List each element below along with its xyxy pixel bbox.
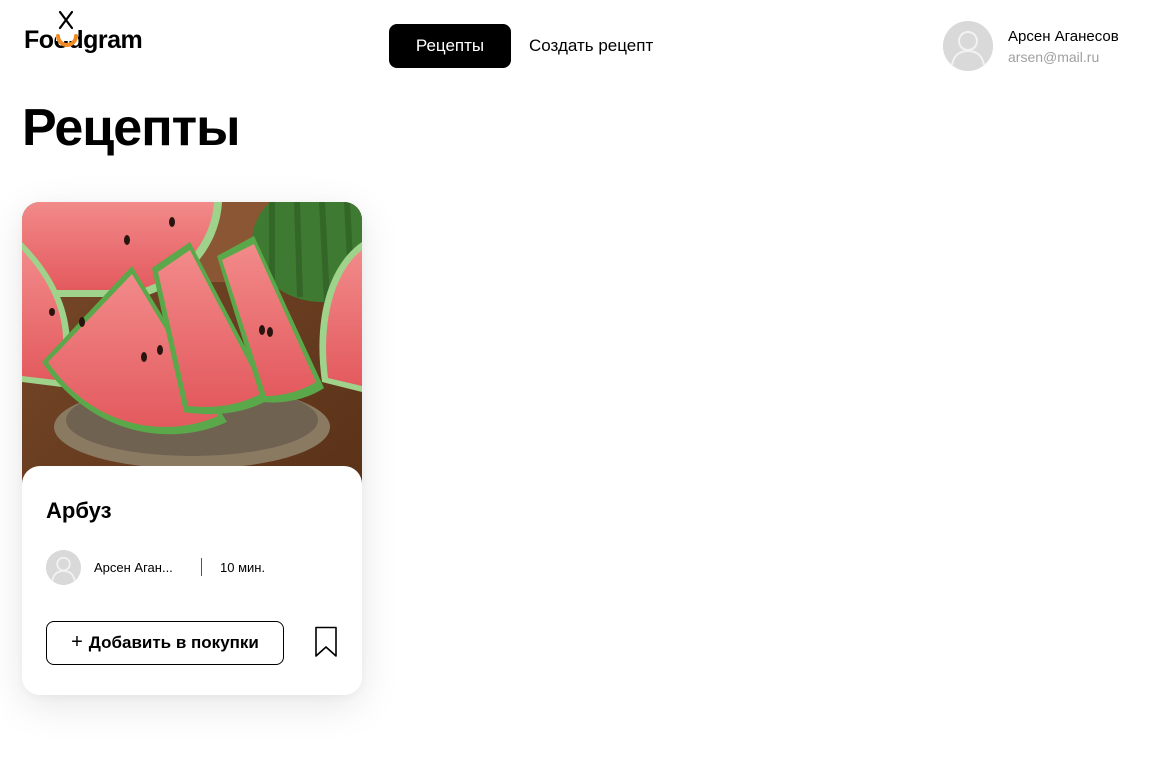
bookmark-icon[interactable]: [314, 626, 338, 658]
user-placeholder-icon: [46, 550, 81, 585]
user-email: arsen@mail.ru: [1008, 49, 1100, 65]
site-header: Foodgram Рецепты Создать рецепт Арсен Аг…: [0, 0, 1157, 95]
recipe-image[interactable]: [22, 202, 362, 487]
cook-time: 10 мин.: [220, 560, 266, 575]
add-to-cart-button[interactable]: + Добавить в покупки: [46, 621, 284, 665]
logo-text: Foodgram: [24, 26, 143, 54]
recipe-card[interactable]: Арбуз Арсен Аган... 10 мин. + Добавить в…: [22, 202, 362, 695]
user-name: Арсен Аганесов: [1008, 28, 1119, 45]
user-placeholder-icon: [943, 21, 993, 71]
plus-icon: +: [71, 631, 83, 653]
meta-divider: [201, 558, 202, 576]
utensils-icon: [56, 10, 78, 47]
user-avatar[interactable]: [943, 21, 993, 71]
add-to-cart-label: Добавить в покупки: [88, 633, 259, 652]
nav-create-recipe-link[interactable]: Создать рецепт: [529, 24, 653, 68]
recipe-card-body: Арбуз Арсен Аган... 10 мин. + Добавить в…: [22, 466, 362, 695]
author-avatar: [46, 550, 81, 585]
logo[interactable]: Foodgram: [24, 10, 176, 56]
page-title: Рецепты: [22, 99, 240, 157]
nav-recipes-button[interactable]: Рецепты: [389, 24, 511, 68]
recipe-title[interactable]: Арбуз: [46, 498, 112, 524]
recipe-author[interactable]: Арсен Аган...: [94, 560, 173, 575]
